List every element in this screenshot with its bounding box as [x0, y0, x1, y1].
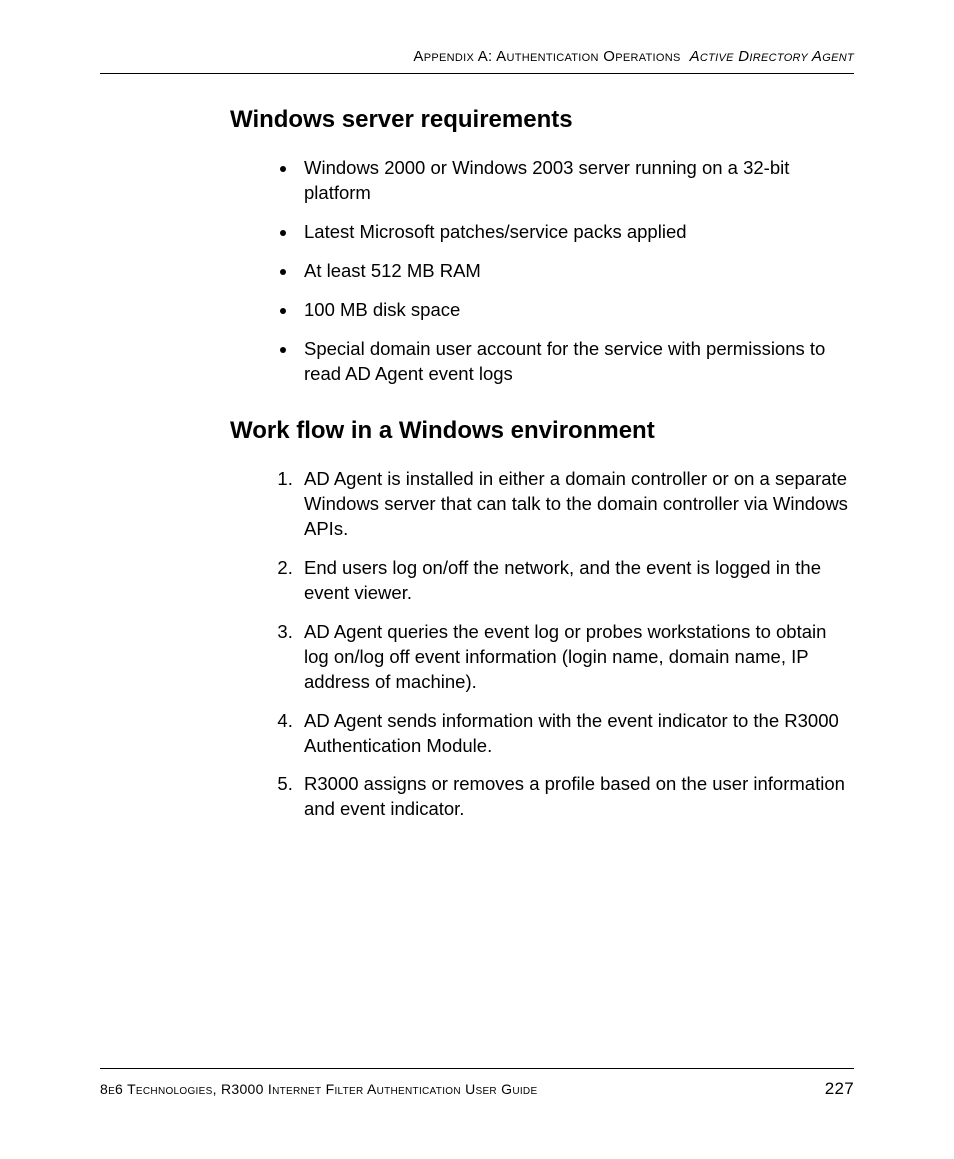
- list-item: End users log on/off the network, and th…: [298, 556, 854, 606]
- footer-text: 8e6 Technologies, R3000 Internet Filter …: [100, 1081, 537, 1097]
- requirements-list: Windows 2000 or Windows 2003 server runn…: [230, 156, 854, 387]
- list-item: R3000 assigns or removes a profile based…: [298, 772, 854, 822]
- list-item: 100 MB disk space: [298, 298, 854, 323]
- heading-work-flow: Work flow in a Windows environment: [230, 417, 854, 445]
- running-header: Appendix A: Authentication Operations Ac…: [100, 48, 854, 74]
- list-item: AD Agent is installed in either a domain…: [298, 467, 854, 542]
- workflow-list: AD Agent is installed in either a domain…: [230, 467, 854, 823]
- page-content: Windows server requirements Windows 2000…: [100, 74, 854, 822]
- running-footer: 8e6 Technologies, R3000 Internet Filter …: [100, 1068, 854, 1099]
- list-item: Latest Microsoft patches/service packs a…: [298, 220, 854, 245]
- list-item: AD Agent sends information with the even…: [298, 709, 854, 759]
- document-page: Appendix A: Authentication Operations Ac…: [0, 0, 954, 1159]
- list-item: Special domain user account for the serv…: [298, 337, 854, 387]
- list-item: AD Agent queries the event log or probes…: [298, 620, 854, 695]
- header-section: Appendix A: Authentication Operations: [413, 48, 680, 65]
- header-subsection: Active Directory Agent: [690, 48, 854, 65]
- list-item: At least 512 MB RAM: [298, 259, 854, 284]
- page-number: 227: [825, 1079, 854, 1099]
- heading-windows-server-requirements: Windows server requirements: [230, 106, 854, 134]
- list-item: Windows 2000 or Windows 2003 server runn…: [298, 156, 854, 206]
